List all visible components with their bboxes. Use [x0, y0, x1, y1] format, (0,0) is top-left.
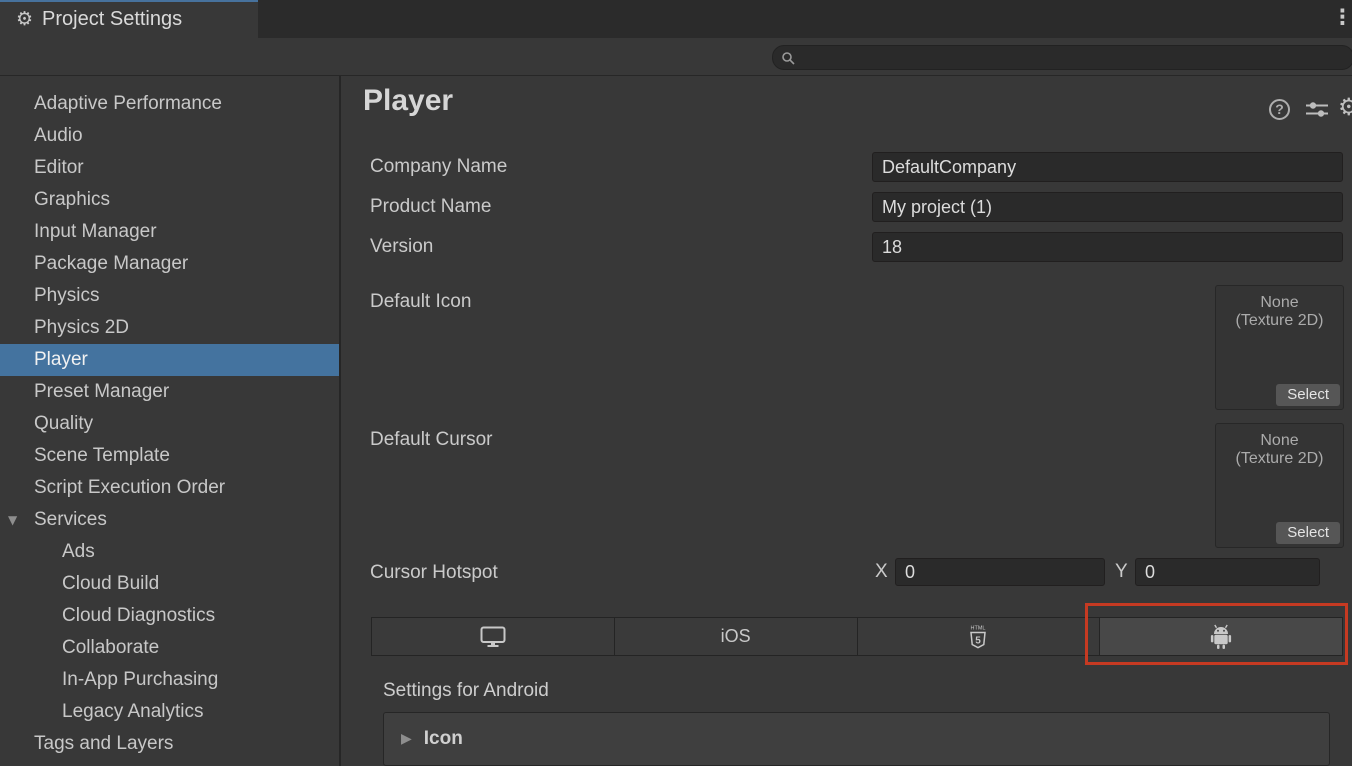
player-settings-panel: Player ? ⚙ Company Name DefaultCompany P…	[343, 76, 1352, 766]
sidebar-item-physics[interactable]: Physics	[0, 280, 339, 312]
window-title: Project Settings	[42, 8, 182, 31]
sidebar-item-graphics[interactable]: Graphics	[0, 184, 339, 216]
settings-gear-icon: ⚙	[16, 8, 33, 30]
hotspot-y-label: Y	[1115, 558, 1128, 586]
monitor-icon	[480, 626, 506, 648]
toolbar	[0, 38, 1352, 76]
search-input[interactable]	[772, 45, 1352, 70]
sidebar-item-legacy-analytics[interactable]: Legacy Analytics	[0, 696, 339, 728]
icon-foldout-label: Icon	[424, 728, 463, 750]
sidebar-item-preset-manager[interactable]: Preset Manager	[0, 376, 339, 408]
panel-gear-icon[interactable]: ⚙	[1338, 93, 1352, 121]
sidebar-item-quality[interactable]: Quality	[0, 408, 339, 440]
tab-android[interactable]	[1100, 618, 1342, 655]
sidebar-item-textmesh-pro[interactable]: TextMesh Pro	[0, 760, 339, 766]
hotspot-y-field[interactable]: 0	[1135, 558, 1320, 586]
sidebar-item-cloud-diagnostics[interactable]: Cloud Diagnostics	[0, 600, 339, 632]
sidebar-item-audio[interactable]: Audio	[0, 120, 339, 152]
default-cursor-select-button[interactable]: Select	[1276, 522, 1340, 544]
default-icon-label: Default Icon	[370, 287, 471, 317]
version-label: Version	[370, 232, 433, 262]
company-name-label: Company Name	[370, 152, 507, 182]
company-name-field[interactable]: DefaultCompany	[872, 152, 1343, 182]
sidebar-item-input-manager[interactable]: Input Manager	[0, 216, 339, 248]
tab-webgl[interactable]: HTML 5	[858, 618, 1101, 655]
sidebar-item-tags-and-layers[interactable]: Tags and Layers	[0, 728, 339, 760]
sidebar-item-physics-2d[interactable]: Physics 2D	[0, 312, 339, 344]
cursor-hotspot-label: Cursor Hotspot	[370, 558, 498, 588]
sidebar-item-in-app-purchasing[interactable]: In-App Purchasing	[0, 664, 339, 696]
project-settings-window: ⚙ Project Settings ⋮ Adaptive Performanc…	[0, 0, 1352, 766]
default-cursor-label: Default Cursor	[370, 425, 493, 455]
sidebar-item-cloud-build[interactable]: Cloud Build	[0, 568, 339, 600]
page-title: Player	[363, 84, 453, 118]
hotspot-x-field[interactable]: 0	[895, 558, 1105, 586]
sidebar-item-package-manager[interactable]: Package Manager	[0, 248, 339, 280]
default-cursor-object-field[interactable]: None (Texture 2D) Select	[1215, 423, 1344, 548]
tab-project-settings[interactable]: ⚙ Project Settings	[0, 0, 258, 38]
tab-standalone[interactable]	[372, 618, 615, 655]
platform-tab-bar: iOS HTML 5	[371, 617, 1343, 656]
sidebar-item-ads[interactable]: Ads	[0, 536, 339, 568]
default-icon-object-field[interactable]: None (Texture 2D) Select	[1215, 285, 1344, 410]
default-icon-select-button[interactable]: Select	[1276, 384, 1340, 406]
kebab-menu-icon[interactable]: ⋮	[1332, 5, 1350, 29]
product-name-label: Product Name	[370, 192, 491, 222]
search-icon	[781, 51, 795, 65]
help-icon[interactable]: ?	[1269, 99, 1290, 120]
sidebar-item-collaborate[interactable]: Collaborate	[0, 632, 339, 664]
foldout-open-icon[interactable]: ▼	[8, 504, 17, 536]
icon-foldout[interactable]: ▶ Icon	[383, 712, 1330, 766]
sidebar-item-script-execution-order[interactable]: Script Execution Order	[0, 472, 339, 504]
sidebar-item-adaptive-performance[interactable]: Adaptive Performance	[0, 88, 339, 120]
settings-category-list: Adaptive Performance Audio Editor Graphi…	[0, 76, 341, 766]
svg-text:5: 5	[976, 635, 982, 646]
sidebar-item-scene-template[interactable]: Scene Template	[0, 440, 339, 472]
sidebar-item-editor[interactable]: Editor	[0, 152, 339, 184]
product-name-field[interactable]: My project (1)	[872, 192, 1343, 222]
version-field[interactable]: 18	[872, 232, 1343, 262]
settings-for-platform-header: Settings for Android	[383, 676, 549, 706]
sidebar-item-player[interactable]: Player	[0, 344, 339, 376]
html5-icon: HTML 5	[968, 624, 988, 650]
title-bar: ⚙ Project Settings ⋮	[0, 0, 1352, 38]
tab-ios[interactable]: iOS	[615, 618, 858, 655]
android-icon	[1208, 624, 1234, 650]
foldout-closed-icon: ▶	[401, 731, 412, 747]
default-cursor-value: None	[1216, 432, 1343, 450]
default-icon-value: None	[1216, 294, 1343, 312]
hotspot-x-label: X	[875, 558, 888, 586]
preset-sliders-icon[interactable]	[1306, 102, 1328, 123]
svg-text:HTML: HTML	[971, 625, 986, 631]
sidebar-item-services[interactable]: ▼ Services	[0, 504, 339, 536]
